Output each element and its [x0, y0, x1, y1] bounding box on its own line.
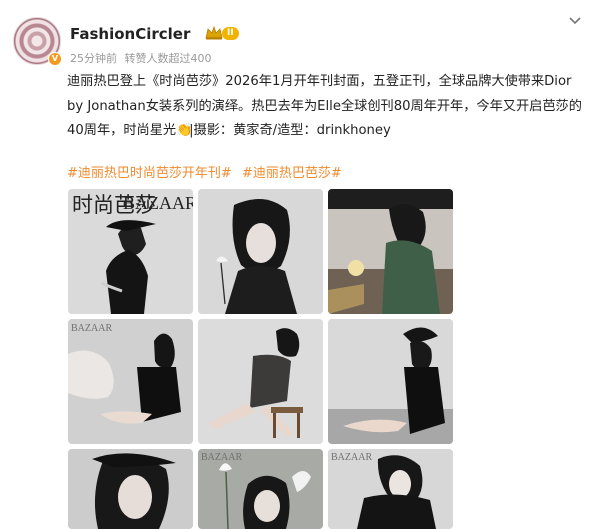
hashtag-link-2[interactable]: #迪丽热巴芭莎#: [242, 166, 342, 181]
image-thumbnail[interactable]: 时尚芭莎 BAZAAR: [68, 189, 193, 314]
photo-5: [198, 319, 323, 444]
repost-count-note: 转赞人数超过400: [124, 52, 212, 65]
photo-3: [328, 189, 453, 314]
level-badge: II: [222, 27, 239, 40]
image-thumbnail[interactable]: BAZAAR: [198, 449, 323, 529]
image-thumbnail[interactable]: BAZAAR: [68, 319, 193, 444]
post-body: 迪丽热巴登上《时尚芭莎》2026年1月开年刊封面，五登正刊，全球品牌大使带来Di…: [67, 70, 582, 144]
image-thumbnail[interactable]: [328, 319, 453, 444]
watermark-text: BAZAAR: [331, 452, 372, 463]
watermark-text: BAZAAR: [201, 452, 242, 463]
image-grid: 时尚芭莎 BAZAAR BAZAAR BAZAAR BAZAAR: [68, 189, 453, 529]
crown-icon: [205, 25, 223, 40]
post-time: 25分钟前: [70, 52, 117, 65]
image-thumbnail[interactable]: [328, 189, 453, 314]
clap-icon: 👏: [176, 123, 193, 138]
photo-2: [198, 189, 323, 314]
image-thumbnail[interactable]: [68, 449, 193, 529]
chevron-down-icon[interactable]: [568, 15, 584, 29]
photo-7: [68, 449, 193, 529]
image-thumbnail[interactable]: BAZAAR: [328, 449, 453, 529]
hashtag-link-1[interactable]: #迪丽热巴时尚芭莎开年刊#: [67, 166, 232, 181]
verified-badge: V: [48, 52, 62, 66]
photo-4: BAZAAR: [68, 319, 193, 444]
photo-6: [328, 319, 453, 444]
photo-9: BAZAAR: [328, 449, 453, 529]
photo-8: BAZAAR: [198, 449, 323, 529]
post-line-3-text: 40周年，时尚星光: [67, 123, 177, 138]
hashtag-row: #迪丽热巴时尚芭莎开年刊# #迪丽热巴芭莎#: [67, 162, 348, 181]
image-thumbnail[interactable]: [198, 319, 323, 444]
photo-credit: |摄影：黄家奇/造型：drinkhoney: [189, 123, 391, 138]
post-line-2: by Jonathan女装系列的演绎。热巴去年为Elle全球创刊80周年开年，今…: [67, 98, 582, 114]
username[interactable]: FashionCircler: [70, 25, 190, 43]
post-line-3: 40周年，时尚星光👏|摄影：黄家奇/造型：drinkhoney: [67, 119, 582, 144]
watermark-text: BAZAAR: [71, 323, 112, 334]
photo-1: 时尚芭莎 BAZAAR: [68, 189, 193, 314]
cover-brand: BAZAAR: [123, 193, 193, 213]
post-line-1: 迪丽热巴登上《时尚芭莎》2026年1月开年刊封面，五登正刊，全球品牌大使带来Di…: [67, 74, 572, 89]
post-meta: 25分钟前 转赞人数超过400: [70, 50, 216, 66]
image-thumbnail[interactable]: [198, 189, 323, 314]
